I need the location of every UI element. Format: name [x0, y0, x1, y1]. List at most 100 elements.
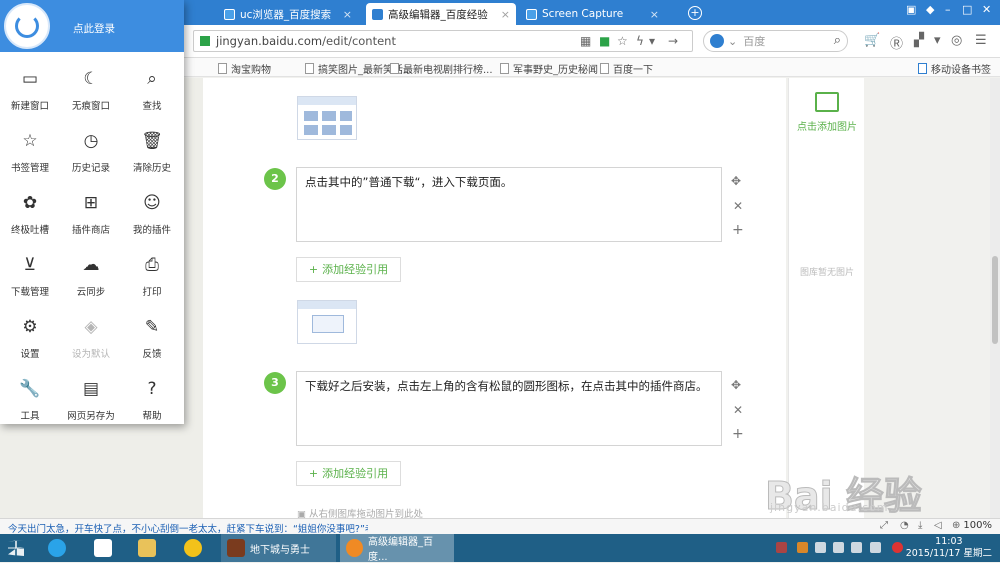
- cart-icon[interactable]: 🛒: [864, 33, 880, 48]
- bookmark-item[interactable]: 百度一下: [600, 61, 653, 76]
- ime-icon[interactable]: [870, 542, 881, 553]
- ie-taskbar-icon[interactable]: [48, 534, 71, 562]
- menu-item-label: 下载管理: [10, 287, 49, 298]
- menu-item-clock[interactable]: ◷ 历史记录: [61, 122, 121, 184]
- download-icon[interactable]: ⤓: [918, 520, 922, 531]
- chevron-down-icon[interactable]: ⌄: [728, 35, 737, 48]
- skin-icon[interactable]: ▣: [906, 3, 916, 16]
- network-icon[interactable]: [833, 542, 844, 553]
- avatar[interactable]: [4, 3, 50, 49]
- close-window-button[interactable]: ✕: [982, 3, 991, 16]
- search-box[interactable]: ⌄ 百度 ⌕: [703, 30, 848, 52]
- refresh-icon[interactable]: ◎: [951, 33, 962, 48]
- menu-item-compass[interactable]: ◈ 设为默认: [61, 308, 121, 370]
- menu-item-window[interactable]: ▭ 新建窗口: [0, 60, 60, 122]
- taskbar-app-dnf[interactable]: 地下城与勇士: [221, 534, 336, 562]
- add-reference-button[interactable]: + 添加经验引用: [296, 461, 401, 486]
- move-icon[interactable]: ✥: [731, 378, 741, 392]
- menu-item-plugin-store[interactable]: ⊞ 插件商店: [61, 184, 121, 246]
- news-ticker[interactable]: 今天出门太急，开车快了点，不小心刮倒一老太太，赶紧下车说到：“姐姐你没事吧?”老…: [8, 521, 368, 535]
- move-icon[interactable]: ✥: [731, 174, 741, 188]
- lightning-icon[interactable]: ϟ: [636, 34, 644, 48]
- qr-code-icon[interactable]: ▦: [580, 34, 591, 48]
- add-icon[interactable]: +: [732, 222, 744, 238]
- dashboard-icon[interactable]: ◔: [900, 520, 909, 531]
- mobile-bookmarks[interactable]: 移动设备书签: [918, 61, 991, 76]
- step-image-thumbnail[interactable]: [297, 300, 357, 344]
- mascot-icon[interactable]: ◆: [926, 3, 934, 16]
- bookmark-item[interactable]: 最新电视剧排行榜...: [390, 61, 493, 76]
- menu-item-download[interactable]: ⊻ 下载管理: [0, 246, 60, 308]
- sogou-icon[interactable]: [892, 542, 903, 553]
- cloud-sync-icon: ☁: [82, 255, 100, 275]
- tab-baidu-search[interactable]: uc浏览器_百度搜索 ×: [218, 3, 358, 25]
- menu-item-pen[interactable]: ✎ 反馈: [122, 308, 182, 370]
- bookmark-item[interactable]: 军事野史_历史秘闻: [500, 61, 598, 76]
- menu-item-printer[interactable]: ⎙ 打印: [122, 246, 182, 308]
- new-tab-button[interactable]: +: [688, 6, 702, 20]
- menu-item-find[interactable]: ⌕ 查找: [122, 60, 182, 122]
- close-icon[interactable]: ×: [650, 8, 659, 21]
- search-engine-icon[interactable]: [710, 34, 724, 48]
- zoom-level[interactable]: 100%: [963, 520, 992, 531]
- maximize-button[interactable]: □: [962, 3, 972, 16]
- go-arrow-icon[interactable]: →: [668, 34, 678, 48]
- star-icon[interactable]: ☆: [617, 34, 628, 48]
- menu-item-wrench[interactable]: 🔧 工具: [0, 370, 60, 432]
- bookmark-item[interactable]: 淘宝购物: [218, 61, 271, 76]
- menu-item-gear[interactable]: ⚙ 设置: [0, 308, 60, 370]
- app-taskbar-icon[interactable]: [184, 534, 207, 562]
- step-text[interactable]: 点击其中的”普通下载“，进入下载页面。: [305, 175, 512, 189]
- chevron-down-icon[interactable]: ▾: [934, 33, 941, 48]
- menu-item-flower[interactable]: ✿ 终极吐槽: [0, 184, 60, 246]
- search-input[interactable]: 百度: [743, 33, 765, 49]
- minimize-button[interactable]: –: [945, 3, 951, 16]
- step-image-thumbnail[interactable]: [297, 96, 357, 140]
- menu-item-document[interactable]: ▤ 网页另存为: [61, 370, 121, 432]
- speaker-icon[interactable]: ◁: [934, 520, 942, 531]
- close-icon[interactable]: ×: [343, 8, 352, 21]
- login-link[interactable]: 点此登录: [73, 21, 115, 36]
- volume-icon[interactable]: [851, 542, 862, 553]
- menu-item-trash[interactable]: 🗑 清除历史: [122, 122, 182, 184]
- tray-icon[interactable]: [776, 542, 787, 553]
- taskbar-app-uc[interactable]: 高级编辑器_百度...: [340, 534, 454, 563]
- user-badge-icon[interactable]: Ⓡ: [890, 33, 903, 52]
- resize-icon[interactable]: ⤢: [880, 520, 888, 531]
- add-image-button[interactable]: 点击添加图片: [790, 88, 864, 133]
- clock[interactable]: 11:03 2015/11/17 星期二: [906, 536, 992, 560]
- zoom-icon[interactable]: ⊕: [952, 520, 960, 531]
- explorer-taskbar-icon[interactable]: [138, 534, 161, 562]
- scrollbar-thumb[interactable]: [992, 256, 998, 344]
- tray-icon[interactable]: [797, 542, 808, 553]
- delete-icon[interactable]: ✕: [733, 403, 743, 417]
- step-text-editor[interactable]: 点击其中的”普通下载“，进入下载页面。: [296, 167, 722, 242]
- tab-screen-capture[interactable]: Screen Capture ×: [520, 3, 665, 25]
- close-icon[interactable]: ×: [501, 8, 510, 21]
- menu-item-star[interactable]: ☆ 书签管理: [0, 122, 60, 184]
- step-text-editor[interactable]: 下载好之后安装，点击左上角的含有松鼠的圆形图标，在点击其中的插件商店。: [296, 371, 722, 446]
- browser-main-menu: 点此登录 ▭ 新建窗口 ☾ 无痕窗口 ⌕ 查找 ☆ 书签管理 ◷ 历史记录 🗑 清除历史 ✿ 终极吐槽 ⊞ 插…: [0, 0, 184, 424]
- add-icon[interactable]: +: [732, 426, 744, 442]
- compass-icon: ◈: [84, 317, 98, 337]
- bookmark-label: 移动设备书签: [931, 65, 991, 76]
- menu-icon[interactable]: ☰: [975, 33, 987, 48]
- tray-icon[interactable]: [815, 542, 826, 553]
- step-text[interactable]: 下载好之后安装，点击左上角的含有松鼠的圆形图标，在点击其中的插件商店。: [305, 379, 708, 393]
- address-bar[interactable]: jingyan.baidu.com /edit/content ▦ ■ ☆ ϟ …: [193, 30, 693, 52]
- file-taskbar-icon[interactable]: [94, 534, 117, 562]
- apps-icon[interactable]: ▞: [914, 33, 924, 48]
- start-button[interactable]: [8, 534, 24, 562]
- add-reference-button[interactable]: + 添加经验引用: [296, 257, 401, 282]
- menu-item-help[interactable]: ? 帮助: [122, 370, 182, 432]
- search-icon[interactable]: ⌕: [834, 33, 841, 48]
- scrollbar[interactable]: [990, 78, 1000, 518]
- chevron-down-icon[interactable]: ▾: [649, 34, 655, 48]
- step-number-badge: 3: [264, 372, 286, 394]
- tab-advanced-editor[interactable]: 高级编辑器_百度经验 ×: [366, 3, 516, 25]
- menu-item-cloud-sync[interactable]: ☁ 云同步: [61, 246, 121, 308]
- menu-item-incognito[interactable]: ☾ 无痕窗口: [61, 60, 121, 122]
- menu-header: 点此登录: [0, 0, 184, 52]
- delete-icon[interactable]: ✕: [733, 199, 743, 213]
- menu-item-user[interactable]: ☺ 我的插件: [122, 184, 182, 246]
